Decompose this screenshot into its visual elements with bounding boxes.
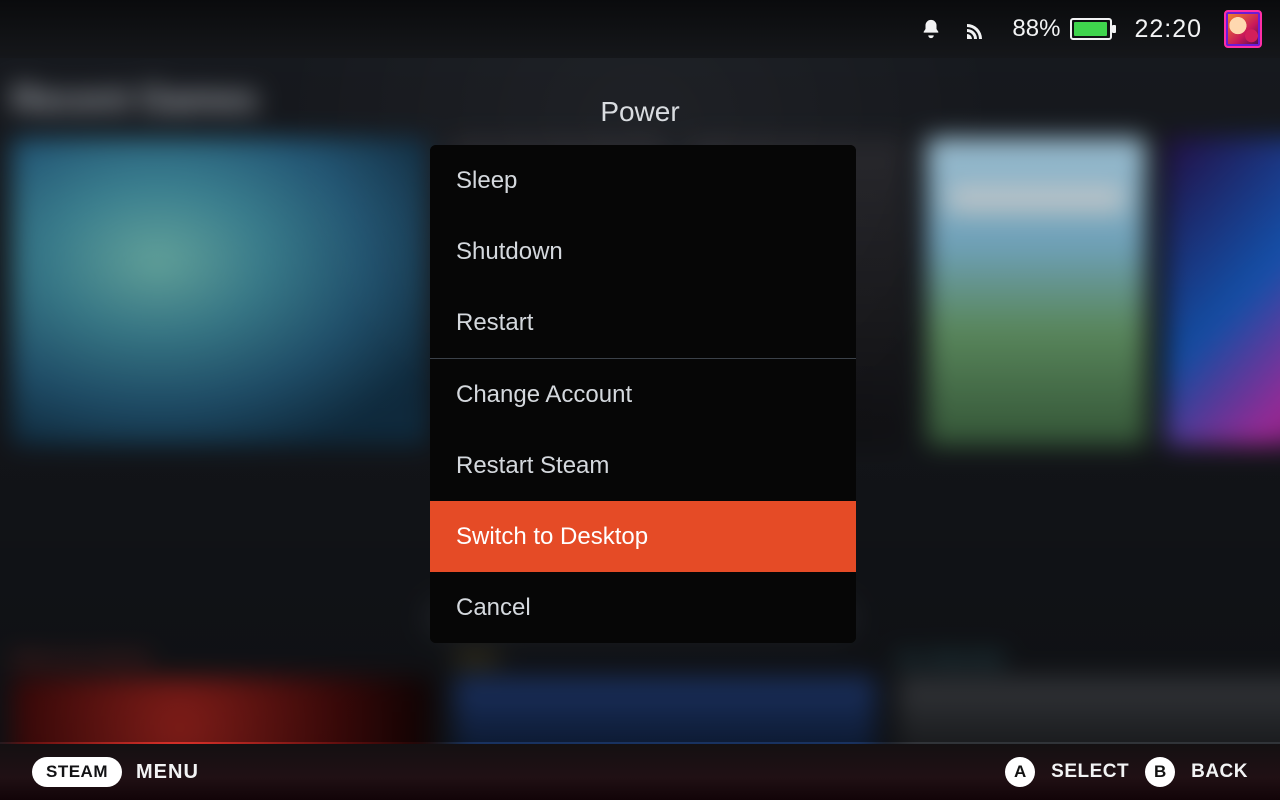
steam-button[interactable]: STEAM xyxy=(32,757,122,787)
notifications-icon[interactable] xyxy=(920,17,942,41)
dialog-title: Power xyxy=(0,96,1280,128)
menu-item-change-account[interactable]: Change Account xyxy=(430,359,856,430)
a-button-icon: A xyxy=(1005,757,1035,787)
a-button-label: SELECT xyxy=(1051,761,1129,783)
menu-item-cancel[interactable]: Cancel xyxy=(430,572,856,643)
menu-label: MENU xyxy=(136,761,199,784)
menu-item-shutdown[interactable]: Shutdown xyxy=(430,216,856,287)
clock: 22:20 xyxy=(1134,15,1202,44)
cast-icon[interactable] xyxy=(964,17,990,41)
power-menu: Sleep Shutdown Restart Change Account Re… xyxy=(430,145,856,643)
battery-percent: 88% xyxy=(1012,15,1060,43)
menu-item-restart-steam[interactable]: Restart Steam xyxy=(430,430,856,501)
menu-item-sleep[interactable]: Sleep xyxy=(430,145,856,216)
b-button-label: BACK xyxy=(1191,761,1248,783)
status-bar: 88% 22:20 xyxy=(0,0,1280,58)
menu-item-switch-to-desktop[interactable]: Switch to Desktop xyxy=(430,501,856,572)
footer-bar: STEAM MENU A SELECT B BACK xyxy=(0,744,1280,800)
b-button-icon: B xyxy=(1145,757,1175,787)
battery-icon xyxy=(1070,18,1112,40)
battery-status: 88% xyxy=(1012,15,1112,43)
menu-item-restart[interactable]: Restart xyxy=(430,287,856,358)
avatar[interactable] xyxy=(1224,10,1262,48)
